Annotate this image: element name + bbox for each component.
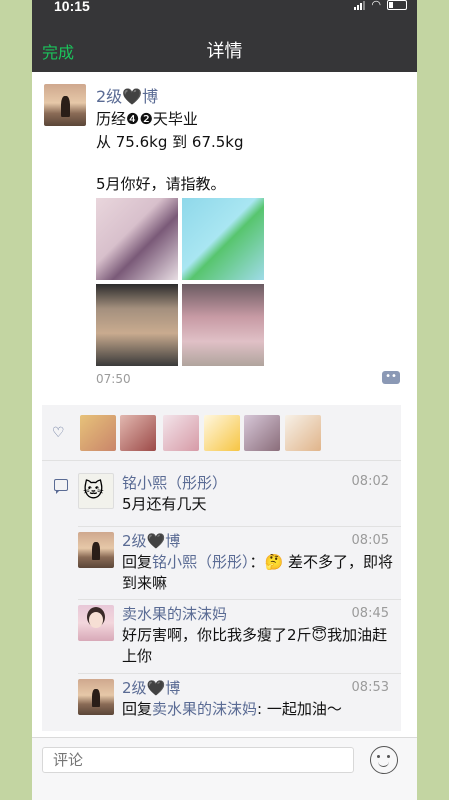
like-avatar[interactable] bbox=[244, 415, 280, 451]
phone-screen: 10:15 ◠ 完成 详情 2级🖤博 历经❹❷天毕业 从 75.6kg 到 67… bbox=[32, 0, 417, 800]
post-photo-4[interactable] bbox=[182, 284, 264, 366]
status-bar: 10:15 ◠ bbox=[32, 0, 417, 14]
divider bbox=[42, 460, 401, 461]
comment-icon bbox=[54, 479, 68, 494]
comment-input-bar bbox=[32, 737, 417, 800]
divider bbox=[78, 526, 401, 527]
reply-target[interactable]: 卖水果的沫沫妈 bbox=[152, 700, 257, 718]
post-line-2: 从 75.6kg 到 67.5kg bbox=[96, 133, 244, 151]
comment-avatar[interactable] bbox=[78, 679, 114, 715]
reply-label: 回复 bbox=[122, 553, 153, 571]
comment-author[interactable]: 铭小熙（彤彤） bbox=[122, 472, 227, 493]
post-photo-1[interactable] bbox=[96, 198, 178, 280]
wifi-icon: ◠ bbox=[371, 0, 381, 11]
status-icons: ◠ bbox=[354, 0, 407, 10]
reply-label: 回复 bbox=[122, 700, 153, 718]
post-author-name[interactable]: 2级🖤博 bbox=[96, 83, 158, 107]
comment-text[interactable]: 好厉害啊，你比我多瘦了2斤😇我加油赶上你 bbox=[122, 625, 397, 667]
post-line-3: 5月你好，请指教。 bbox=[96, 175, 226, 193]
divider bbox=[78, 673, 401, 674]
like-avatar[interactable] bbox=[163, 415, 199, 451]
comment-author[interactable]: 2级🖤博 bbox=[122, 530, 180, 551]
comment-time: 08:53 bbox=[351, 680, 389, 695]
like-avatar[interactable] bbox=[204, 415, 240, 451]
post-photo-2[interactable] bbox=[182, 198, 264, 280]
post-author-avatar[interactable] bbox=[44, 84, 86, 126]
divider bbox=[78, 599, 401, 600]
comment-text[interactable]: 回复铭小熙（彤彤）：🤔 差不多了，即将到来嘛 bbox=[122, 552, 397, 594]
post-photo-3[interactable] bbox=[96, 284, 178, 366]
nav-bar: 完成 详情 bbox=[32, 14, 417, 72]
like-avatar[interactable] bbox=[80, 415, 116, 451]
comment-avatar[interactable] bbox=[78, 605, 114, 641]
comment-section: ♡ 铭小熙（彤彤） 08:02 5月还有几天 2级🖤博 08:05 回复铭小熙（… bbox=[42, 405, 401, 731]
emoji-icon[interactable] bbox=[370, 746, 398, 774]
comment-time: 08:02 bbox=[351, 474, 389, 489]
comment-text[interactable]: 5月还有几天 bbox=[122, 494, 397, 515]
post-time: 07:50 bbox=[96, 372, 131, 386]
comment-text[interactable]: 回复卖水果的沫沫妈: 一起加油～ bbox=[122, 699, 397, 720]
status-time: 10:15 bbox=[54, 0, 90, 14]
comment-input[interactable] bbox=[42, 747, 354, 773]
reply-body: : 一起加油～ bbox=[257, 700, 342, 718]
comment-author[interactable]: 2级🖤博 bbox=[122, 677, 180, 698]
comment-time: 08:05 bbox=[351, 533, 389, 548]
more-icon[interactable]: •• bbox=[382, 371, 400, 384]
like-avatar[interactable] bbox=[120, 415, 156, 451]
comment-avatar[interactable] bbox=[78, 532, 114, 568]
battery-icon bbox=[387, 0, 407, 10]
comment-author[interactable]: 卖水果的沫沫妈 bbox=[122, 603, 227, 624]
comment-avatar[interactable] bbox=[78, 473, 114, 509]
reply-target[interactable]: 铭小熙（彤彤） bbox=[152, 553, 250, 571]
signal-icon bbox=[354, 0, 366, 10]
heart-icon: ♡ bbox=[52, 425, 65, 441]
post-line-1: 历经❹❷天毕业 bbox=[96, 110, 198, 128]
like-avatar[interactable] bbox=[285, 415, 321, 451]
page-title: 详情 bbox=[206, 41, 243, 62]
comment-time: 08:45 bbox=[351, 606, 389, 621]
